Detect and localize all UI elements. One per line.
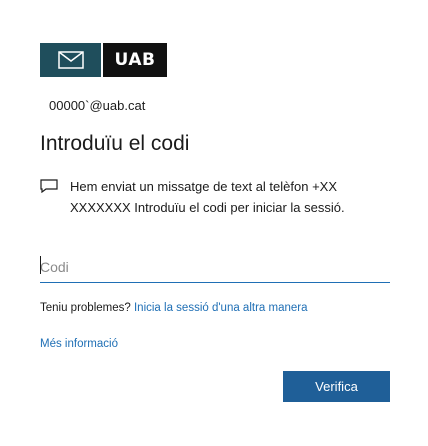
organization-logo: UAB [40, 43, 167, 77]
page-title: Introduïu el codi [40, 132, 190, 155]
verify-button[interactable]: Verifica [283, 371, 390, 402]
message-icon [40, 179, 58, 193]
account-email: 00000`@uab.cat [49, 98, 146, 113]
code-input[interactable] [40, 252, 390, 283]
sms-message: Hem enviat un missatge de text al telèfo… [40, 176, 390, 218]
brand-text: UAB [103, 43, 167, 77]
trouble-text: Teniu problemes? Inicia la sessió d'una … [40, 302, 308, 314]
envelope-icon [40, 43, 101, 77]
alternate-sign-in-link[interactable]: Inicia la sessió d'una altra manera [134, 302, 308, 314]
sign-in-page: UAB 00000`@uab.cat Introduïu el codi Hem… [0, 0, 428, 446]
message-text: Hem enviat un missatge de text al telèfo… [70, 179, 345, 215]
more-info-link[interactable]: Més informació [40, 338, 118, 350]
text-caret [40, 256, 41, 274]
trouble-prefix: Teniu problemes? [40, 302, 134, 314]
